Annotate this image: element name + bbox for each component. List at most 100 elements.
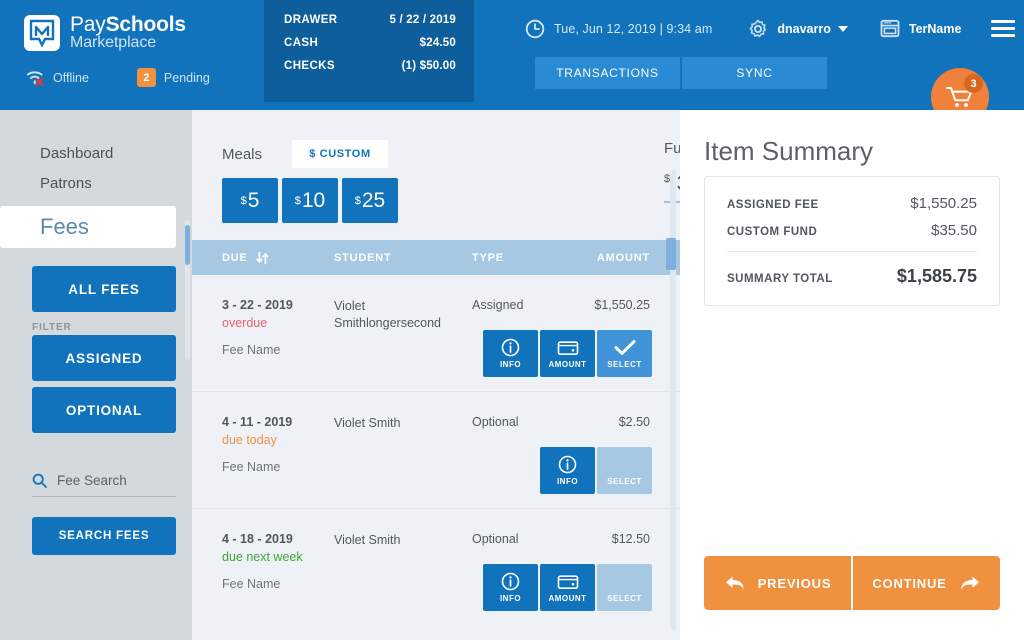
drawer-row-cash: CASH $24.50 <box>284 37 456 49</box>
meal-amount-5-button[interactable]: $5 <box>222 178 278 223</box>
user-menu[interactable]: dnavarro <box>748 19 848 39</box>
row-amount-button[interactable]: AMOUNT <box>540 564 595 611</box>
brand-logo[interactable]: PaySchools Marketplace <box>24 14 186 52</box>
column-header-due[interactable]: DUE <box>222 251 269 265</box>
header-datetime-text: Tue, Jun 12, 2019 | 9:34 am <box>554 21 713 36</box>
row-due-date: 4 - 18 - 2019 <box>222 532 293 546</box>
previous-button[interactable]: PREVIOUS <box>704 556 851 610</box>
row-due-status: due today <box>222 433 277 447</box>
sidebar-item-dashboard[interactable]: Dashboard <box>0 138 192 168</box>
transactions-button[interactable]: TRANSACTIONS <box>535 57 680 89</box>
filter-assigned-button[interactable]: ASSIGNED <box>32 335 176 381</box>
all-fees-button[interactable]: ALL FEES <box>32 266 176 312</box>
fee-search-field[interactable] <box>32 473 176 497</box>
main-scrollbar-thumb[interactable] <box>666 238 676 270</box>
info-icon <box>501 572 520 591</box>
header-right-cluster: Tue, Jun 12, 2019 | 9:34 am dnavarro Ter… <box>525 16 1016 41</box>
connection-status-row: Offline 2 Pending <box>26 68 210 87</box>
sync-button[interactable]: SYNC <box>682 57 827 89</box>
user-name: dnavarro <box>777 21 831 36</box>
meals-header: Meals $ CUSTOM <box>222 140 398 168</box>
row-select-button[interactable]: SELECT <box>597 564 652 611</box>
row-info-label: INFO <box>556 477 579 486</box>
fees-main-panel: Meals $ CUSTOM $5 $10 $25 Fund $ 35.50 <box>192 110 680 640</box>
continue-button[interactable]: CONTINUE <box>853 556 1000 610</box>
app-root: PaySchools Marketplace Offline 2 Pending <box>0 0 1024 640</box>
row-student-name: Violet Smith <box>334 416 401 430</box>
summary-total-value: $1,585.75 <box>896 266 977 286</box>
previous-label: PREVIOUS <box>757 575 832 591</box>
arrow-back-icon <box>724 574 746 592</box>
row-amount-label: AMOUNT <box>548 594 587 603</box>
summary-assigned-fee-label: ASSIGNED FEE <box>727 199 819 211</box>
drawer-checks-label: CHECKS <box>284 60 335 72</box>
check-icon <box>614 338 636 357</box>
row-amount-label: AMOUNT <box>548 360 587 369</box>
pending-count-badge: 2 <box>136 68 156 87</box>
row-select-label: SELECT <box>607 360 642 369</box>
column-header-due-label: DUE <box>222 251 248 264</box>
search-fees-button[interactable]: SEARCH FEES <box>32 517 176 555</box>
drawer-date-value: 5 / 22 / 2019 <box>389 14 456 26</box>
info-icon <box>501 338 520 357</box>
column-header-student[interactable]: STUDENT <box>334 252 392 264</box>
row-due-date: 3 - 22 - 2019 <box>222 298 293 312</box>
fees-rows: 3 - 22 - 2019 overdue Violet Smithlonger… <box>192 275 680 640</box>
meal-amount-10-value: 10 <box>301 188 326 212</box>
meals-label: Meals <box>222 145 263 163</box>
row-fee-type: Optional <box>472 532 519 546</box>
table-row[interactable]: 4 - 18 - 2019 due next week Violet Smith… <box>192 509 680 626</box>
summary-total-label: SUMMARY TOTAL <box>727 273 833 285</box>
terminal-window-icon <box>880 19 900 38</box>
brand-text: PaySchools Marketplace <box>70 14 186 52</box>
chevron-down-icon <box>837 25 848 32</box>
menu-hamburger-icon[interactable] <box>991 16 1016 41</box>
meal-amount-25-button[interactable]: $25 <box>342 178 398 223</box>
column-header-type[interactable]: TYPE <box>472 252 504 264</box>
column-header-amount[interactable]: AMOUNT <box>597 252 650 264</box>
row-fee-type: Assigned <box>472 298 524 312</box>
fee-search-input[interactable] <box>57 473 167 488</box>
row-info-button[interactable]: INFO <box>483 330 538 377</box>
fund-label: Fund <box>664 140 680 157</box>
sidebar-item-patrons[interactable]: Patrons <box>0 168 192 198</box>
row-info-button[interactable]: INFO <box>483 564 538 611</box>
drawer-cash-value: $24.50 <box>419 37 456 49</box>
row-select-button[interactable]: SELECT <box>597 447 652 494</box>
row-select-label: SELECT <box>607 477 642 486</box>
sidebar-item-fees[interactable]: Fees <box>0 206 176 248</box>
payschools-logo-icon <box>24 14 60 51</box>
table-row[interactable]: 4 - 11 - 2019 due today Violet Smith Opt… <box>192 392 680 509</box>
drawer-row-drawer: DRAWER 5 / 22 / 2019 <box>284 14 456 26</box>
filter-optional-button[interactable]: OPTIONAL <box>32 387 176 433</box>
terminal-selector[interactable]: TerName <box>880 19 961 38</box>
sidebar: Dashboard Patrons Fees ALL FEES FILTER A… <box>0 110 192 640</box>
row-info-button[interactable]: INFO <box>540 447 595 494</box>
summary-line-total: SUMMARY TOTAL $1,585.75 <box>727 266 977 287</box>
offline-label: Offline <box>53 70 89 85</box>
sidebar-scrollbar-thumb[interactable] <box>185 225 190 265</box>
meal-amount-25-value: 25 <box>361 188 386 212</box>
row-select-button[interactable]: SELECT <box>597 330 652 377</box>
row-fee-name: Fee Name <box>222 577 281 591</box>
row-student-name: Violet Smithlongersecond <box>334 299 442 330</box>
fees-table-header: DUE STUDENT TYPE AMOUNT <box>192 240 680 275</box>
sort-arrows-icon[interactable] <box>255 251 269 265</box>
filter-section-label: FILTER <box>32 322 72 333</box>
quick-amount-bar: Meals $ CUSTOM $5 $10 $25 Fund $ 35.50 <box>192 110 680 240</box>
summary-line-assigned-fee: ASSIGNED FEE $1,550.25 <box>727 195 977 212</box>
row-actions: INFO SELECT <box>540 447 652 494</box>
wallet-icon <box>557 338 579 357</box>
header-datetime: Tue, Jun 12, 2019 | 9:34 am <box>525 19 712 39</box>
table-row[interactable]: 3 - 22 - 2019 overdue Violet Smithlonger… <box>192 275 680 392</box>
search-icon <box>32 473 47 488</box>
drawer-checks-value: (1) $50.00 <box>401 60 456 72</box>
info-icon <box>558 455 577 474</box>
continue-label: CONTINUE <box>872 575 947 591</box>
row-due-date: 4 - 11 - 2019 <box>222 415 293 429</box>
brand-name-bold: Schools <box>105 13 186 36</box>
row-amount-button[interactable]: AMOUNT <box>540 330 595 377</box>
meal-amount-10-button[interactable]: $10 <box>282 178 338 223</box>
custom-amount-button[interactable]: $ CUSTOM <box>292 140 389 168</box>
cart-count-badge: 3 <box>964 74 983 93</box>
